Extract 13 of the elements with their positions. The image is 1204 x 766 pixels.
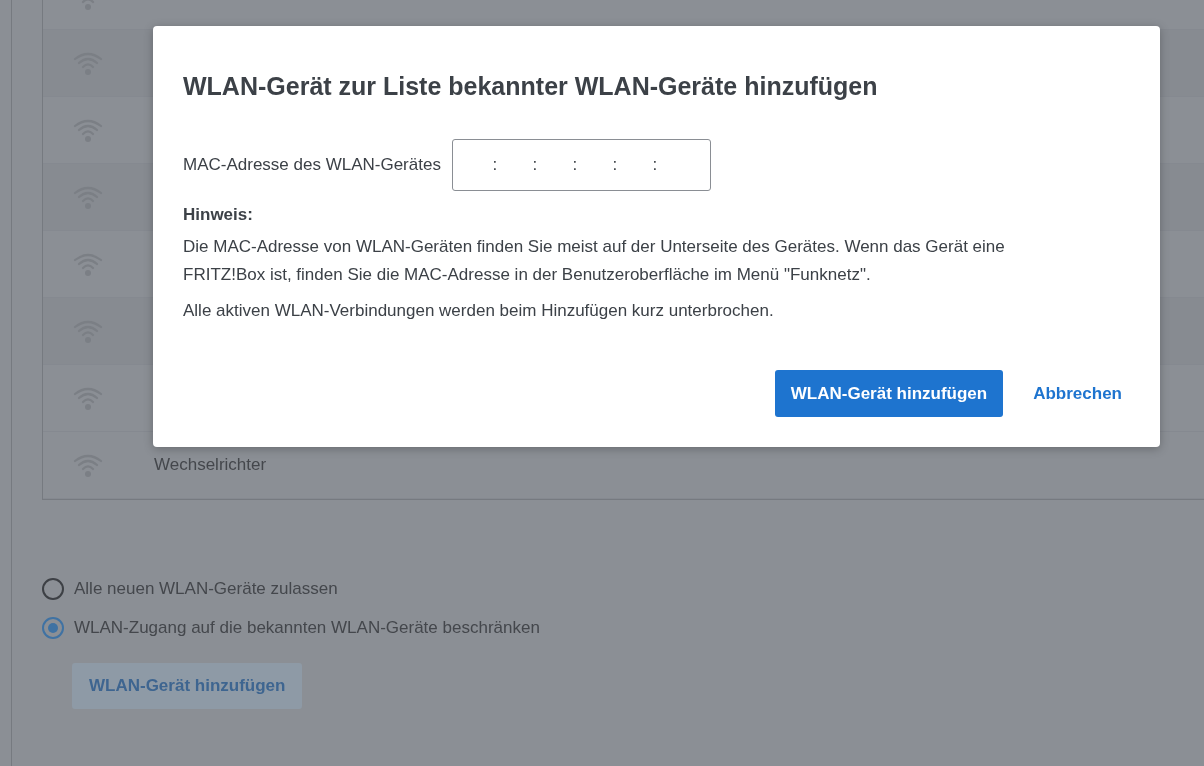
hint-text: Alle aktiven WLAN-Verbindungen werden beim Hinzufügen kurz unterbrochen. <box>183 300 775 322</box>
mac-label: MAC-Adresse des WLAN-Gerätes <box>183 155 441 175</box>
add-device-button[interactable]: WLAN-Gerät hinzufügen <box>774 370 1004 417</box>
dialog-title: WLAN-Gerät zur Liste bekannter WLAN-Geräte hinzufügen <box>183 72 879 101</box>
radio-label: Alle neuen WLAN-Geräte zulassen <box>74 579 338 599</box>
radio-button[interactable] <box>42 617 64 639</box>
cancel-link[interactable]: Abbrechen <box>1013 370 1130 417</box>
device-name: Wechselrichter <box>154 455 268 475</box>
hint-heading: Hinweis: <box>183 205 254 225</box>
radio-label: WLAN-Zugang auf die bekannten WLAN-Geräte beschränken <box>74 618 540 638</box>
mac-address-field[interactable]: : : : : : <box>451 139 711 191</box>
radio-button[interactable] <box>42 578 64 600</box>
hint-text: Die MAC-Adresse von WLAN-Geräten finden Sie meist auf der Unterseite des Gerätes. Wenn das Gerät eine FRITZ!Box ist, finden Sie die MAC-Adresse in der Benutzeroberfläche im Menü "Funknetz". <box>183 236 1006 286</box>
